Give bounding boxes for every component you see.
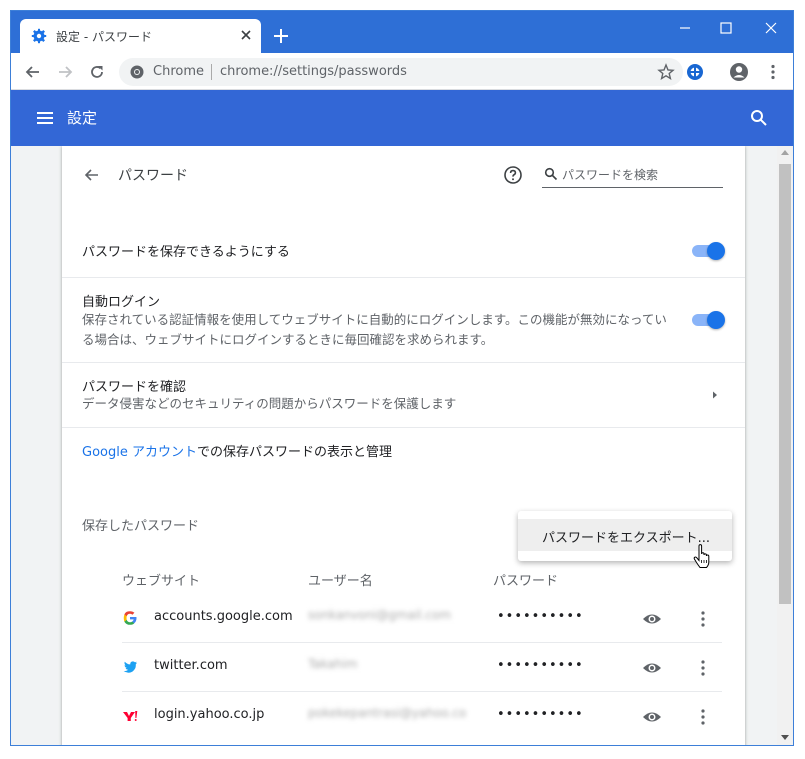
browser-window: 設定 - パスワード Chrome chrome://settings/pass… (10, 10, 794, 746)
more-menu-icon[interactable] (763, 62, 783, 82)
auto-signin-toggle[interactable] (692, 311, 725, 329)
offer-save-label: パスワードを保存できるようにする (82, 245, 290, 260)
chrome-icon (130, 65, 144, 79)
more-actions-icon[interactable] (697, 658, 709, 678)
eye-icon[interactable] (642, 707, 662, 727)
header-title: 設定 (67, 109, 98, 127)
page-title: パスワード (118, 168, 188, 184)
username-value: Takahim (308, 657, 488, 677)
chevron-right-icon (713, 391, 717, 399)
settings-content: パスワード パスワードを保存できるようにする (11, 146, 793, 745)
auto-signin-row[interactable]: 自動ログイン 保存されている認証情報を使用してウェブサイトに自動的にログインしま… (62, 277, 745, 362)
saved-passwords-title: 保存したパスワード (82, 519, 200, 534)
more-actions-icon[interactable] (697, 609, 709, 629)
offer-save-row[interactable]: パスワードを保存できるようにする (62, 211, 745, 277)
scroll-down-arrow-icon[interactable] (781, 735, 789, 740)
eye-icon[interactable] (642, 609, 662, 629)
search-icon[interactable] (749, 108, 769, 128)
password-value: •••••••••• (497, 658, 584, 673)
scrollbar-thumb[interactable] (779, 164, 791, 604)
check-passwords-description: データ侵害などのセキュリティの問題からパスワードを保護します (82, 396, 457, 411)
help-icon[interactable] (503, 165, 523, 185)
back-arrow-icon[interactable] (83, 166, 101, 184)
password-value: •••••••••• (497, 609, 584, 624)
yahoo-icon (123, 711, 138, 721)
password-value: •••••••••• (497, 707, 584, 722)
google-icon (123, 611, 137, 625)
google-account-text: での保存パスワードの表示と管理 (196, 445, 392, 460)
column-website: ウェブサイト (122, 574, 201, 589)
title-bar: 設定 - パスワード (11, 11, 793, 53)
password-row: login.yahoo.co.jp pokekepantrasi@yahoo.c… (122, 692, 722, 741)
eye-icon[interactable] (642, 658, 662, 678)
back-icon[interactable] (23, 62, 43, 82)
maximize-icon[interactable] (714, 17, 738, 39)
site-name[interactable]: twitter.com (154, 658, 228, 673)
extension-icon[interactable] (685, 62, 705, 82)
scroll-up-arrow-icon[interactable] (781, 150, 789, 155)
twitter-icon (123, 661, 137, 673)
site-name[interactable]: accounts.google.com (154, 609, 293, 624)
google-account-link[interactable]: Google アカウント (82, 445, 197, 460)
window-close-icon[interactable] (759, 17, 783, 39)
forward-icon[interactable] (55, 62, 75, 82)
close-icon[interactable] (237, 26, 255, 44)
search-icon (544, 167, 558, 181)
auto-signin-description: 保存されている認証情報を使用してウェブサイトに自動的にログインします。この機能が… (82, 312, 667, 347)
passwords-card: パスワード パスワードを保存できるようにする (62, 146, 745, 745)
username-value: pokekepantrasi@yahoo.co (308, 706, 488, 726)
more-actions-icon[interactable] (697, 707, 709, 727)
check-passwords-label: パスワードを確認 (82, 380, 187, 395)
username-value: sonkanvoni@gmail.com (308, 608, 488, 628)
export-passwords-label: パスワードをエクスポート... (542, 531, 711, 546)
settings-header: 設定 (11, 90, 793, 146)
profile-avatar-icon[interactable] (729, 62, 749, 82)
reload-icon[interactable] (87, 62, 107, 82)
menu-icon[interactable] (35, 108, 55, 128)
minimize-icon[interactable] (673, 17, 697, 39)
star-icon[interactable] (657, 63, 675, 81)
address-bar[interactable]: Chrome chrome://settings/passwords (119, 58, 683, 86)
column-username: ユーザー名 (308, 574, 373, 589)
column-password: パスワード (493, 574, 559, 589)
divider (62, 427, 745, 428)
vertical-scrollbar[interactable] (777, 146, 793, 745)
tab-title: 設定 - パスワード (56, 30, 152, 44)
omnibox-url[interactable]: chrome://settings/passwords (220, 64, 407, 79)
new-tab-icon[interactable] (272, 27, 290, 45)
google-account-line: Google アカウントでの保存パスワードの表示と管理 (82, 441, 392, 460)
site-name[interactable]: login.yahoo.co.jp (154, 707, 264, 722)
omnibox-chip: Chrome (153, 64, 204, 79)
check-passwords-row[interactable]: パスワードを確認 データ侵害などのセキュリティの問題からパスワードを保護します (62, 362, 745, 427)
password-search-input[interactable] (562, 165, 720, 185)
auto-signin-label: 自動ログイン (82, 295, 161, 310)
omnibox-divider (211, 64, 212, 80)
hand-cursor-icon (693, 544, 710, 568)
password-row: twitter.com Takahim •••••••••• (122, 643, 722, 692)
browser-toolbar: Chrome chrome://settings/passwords (11, 53, 793, 90)
tab-settings[interactable]: 設定 - パスワード (20, 19, 261, 53)
gear-icon (31, 28, 47, 44)
password-row: accounts.google.com sonkanvoni@gmail.com… (122, 594, 722, 643)
offer-save-toggle[interactable] (692, 242, 725, 260)
password-search (542, 162, 723, 188)
